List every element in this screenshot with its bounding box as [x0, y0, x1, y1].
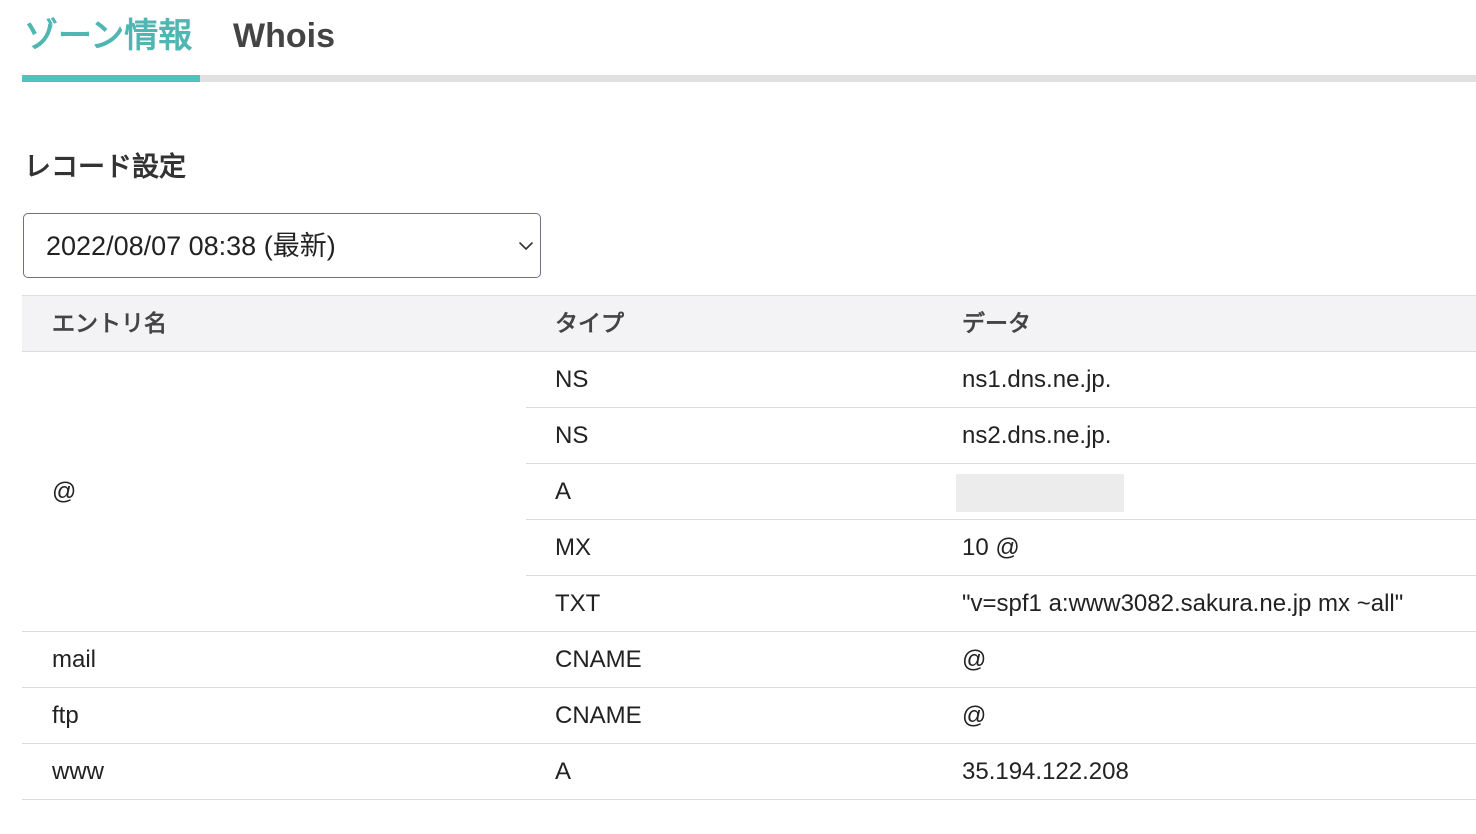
record-data: @ — [962, 702, 987, 729]
header-entry-name: エントリ名 — [52, 311, 167, 337]
record-type: NS — [555, 366, 589, 393]
redacted-value — [956, 474, 1124, 512]
tab-track — [22, 75, 1476, 82]
group-divider — [22, 687, 1476, 688]
record-type: MX — [555, 534, 591, 561]
row-divider — [526, 575, 1476, 576]
tab-zone-info[interactable]: ゾーン情報 — [24, 14, 192, 58]
entry-name: mail — [52, 646, 97, 673]
entry-name: ftp — [52, 702, 79, 729]
active-tab-indicator — [22, 75, 200, 82]
entry-name: @ — [52, 478, 77, 505]
record-data: 10 @ — [962, 534, 1020, 561]
chevron-down-icon — [518, 238, 534, 252]
header-data: データ — [962, 311, 1031, 337]
tab-whois[interactable]: Whois — [233, 14, 335, 58]
entry-name: www — [52, 758, 104, 785]
record-type: NS — [555, 422, 589, 449]
version-select[interactable]: 2022/08/07 08:38 (最新) — [23, 213, 541, 278]
record-data: ns1.dns.ne.jp. — [962, 366, 1112, 393]
group-divider — [22, 799, 1476, 800]
section-title: レコード設定 — [24, 152, 186, 183]
record-type: A — [555, 758, 572, 785]
record-data: 35.194.122.208 — [962, 758, 1129, 785]
tab-bar: ゾーン情報 Whois — [22, 0, 1476, 83]
table-header: エントリ名 タイプ データ — [22, 295, 1476, 352]
record-type: CNAME — [555, 702, 642, 729]
record-type: A — [555, 478, 572, 505]
record-data: ns2.dns.ne.jp. — [962, 422, 1112, 449]
row-divider — [526, 463, 1476, 464]
group-divider — [22, 631, 1476, 632]
version-select-value: 2022/08/07 08:38 (最新) — [46, 231, 336, 261]
record-data: @ — [962, 646, 987, 673]
record-type: TXT — [555, 590, 601, 617]
group-divider — [22, 743, 1476, 744]
row-divider — [526, 519, 1476, 520]
row-divider — [526, 407, 1476, 408]
header-type: タイプ — [555, 311, 624, 337]
record-type: CNAME — [555, 646, 642, 673]
record-data: "v=spf1 a:www3082.sakura.ne.jp mx ~all" — [962, 590, 1404, 617]
